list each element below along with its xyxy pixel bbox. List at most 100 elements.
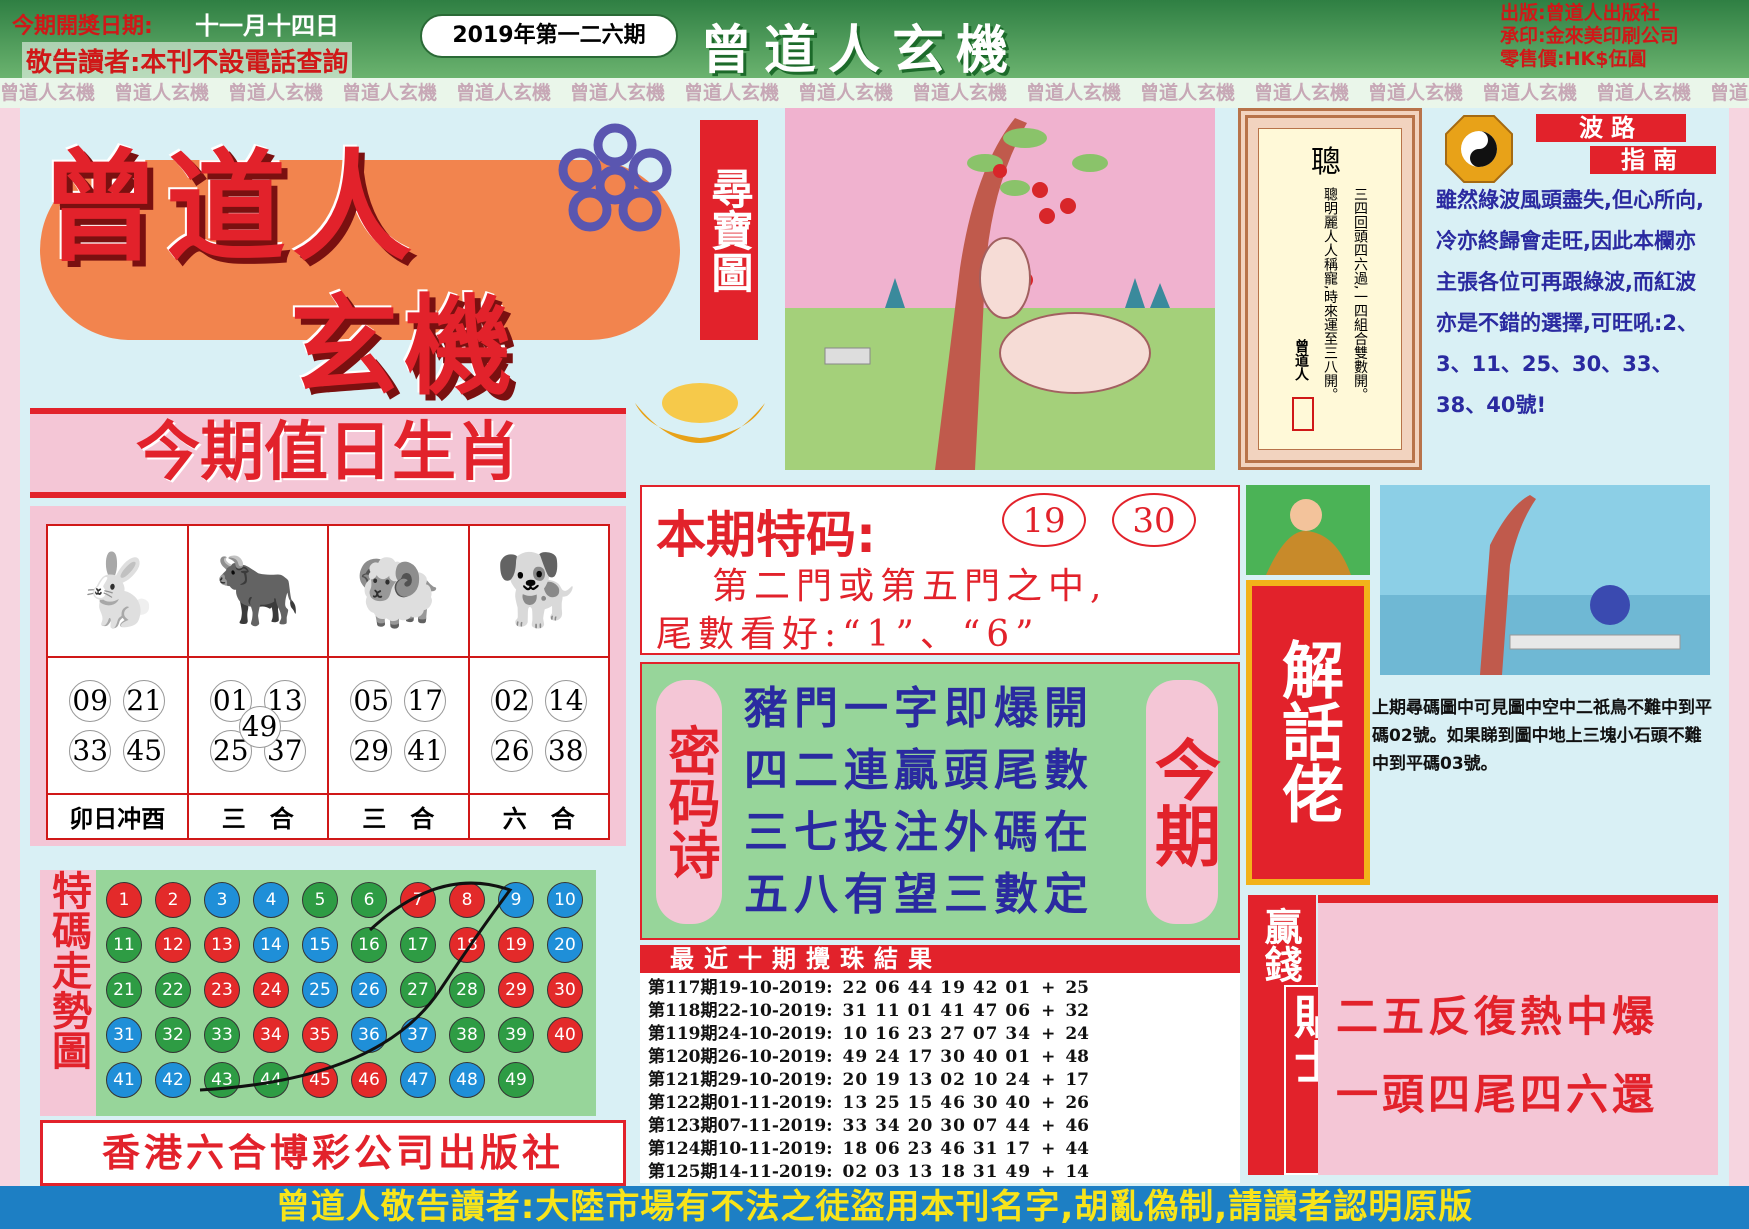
history-special: 25 <box>1065 978 1089 998</box>
history-numbers: 31 11 01 41 47 06 <box>842 1001 1032 1021</box>
explain-text: 上期尋碼圖中可見圖中空中二祇鳥不難中到平碼02號。如果睇到圖中地上三塊小石頭不難… <box>1372 698 1712 774</box>
zodiac-number: 09 <box>69 679 112 722</box>
poem-lines: 豬門一字即爆開 四二連贏頭尾數 三七投注外碼在 五八有望三數定 <box>744 678 1134 926</box>
zodiac-table: 🐇 🐂 🐏 🐕 09 21 33 45 01 13 25 37 49 05 17 29 41 02 14 26 38 … <box>46 524 610 840</box>
treasure-map-picture <box>785 108 1215 470</box>
issue-number: 2019年第一二六期 <box>420 14 678 58</box>
rings-icon <box>558 123 672 232</box>
scroll-col1: 三四回頭四六過,一四組合雙數開。 <box>1352 187 1368 402</box>
number-ball: 31 <box>106 1017 142 1053</box>
history-period: 第125期14-11-2019: <box>648 1162 833 1182</box>
zodiac-number: 21 <box>123 679 166 722</box>
trend-title: 特碼走勢圖 <box>40 870 96 1116</box>
history-period: 第123期07-11-2019: <box>648 1116 833 1136</box>
number-ball: 40 <box>547 1017 583 1053</box>
zodiac-number: 05 <box>350 679 393 722</box>
history-special: 46 <box>1065 1116 1089 1136</box>
history-numbers: 49 24 17 30 40 01 <box>842 1047 1032 1067</box>
zodiac-caption: 六 合 <box>467 793 610 840</box>
treasure-map-label: 尋寶圖 <box>700 120 758 340</box>
history-numbers: 13 25 15 46 30 40 <box>842 1093 1032 1113</box>
wave-tag-2: 指南 <box>1590 146 1716 174</box>
history-numbers: 18 06 23 46 31 17 <box>842 1139 1032 1159</box>
history-numbers: 10 16 23 27 07 34 <box>842 1024 1032 1044</box>
history-period: 第117期19-10-2019: <box>648 978 833 998</box>
notice: 敬告讀者:本刊不設電話查詢 <box>22 42 353 79</box>
plus-icon: + <box>1041 1024 1056 1044</box>
history-numbers: 20 19 13 02 10 24 <box>842 1070 1032 1090</box>
history-period: 第121期29-10-2019: <box>648 1070 833 1090</box>
history-panel: 最近十期攪珠結果 第117期19-10-2019: 22 06 44 19 42 … <box>640 945 1240 1183</box>
yin-yang-icon <box>1445 115 1513 183</box>
explain-picture <box>1380 485 1710 675</box>
zodiac-number: 33 <box>69 729 112 772</box>
seal-icon <box>1292 397 1314 431</box>
number-ball: 21 <box>106 972 142 1008</box>
zodiac-numbers: 01 13 25 37 49 <box>186 655 329 796</box>
bottom-notice: 曾道人敬告讀者:大陸市場有不法之徒盜用本刊名字,胡亂偽制,請讀者認明原版 <box>0 1186 1749 1229</box>
poem-label: 密码诗 <box>656 680 722 924</box>
zodiac-number: 17 <box>404 679 447 722</box>
publisher: 出版:曾道人出版社 <box>1500 2 1660 24</box>
wave-tag-1: 波路 <box>1536 114 1686 142</box>
zodiac-number: 14 <box>544 679 587 722</box>
zodiac-title-band: 今期值日生肖 <box>30 408 626 498</box>
tip-label-1-text: 贏錢 <box>1258 907 1302 983</box>
history-period: 第120期26-10-2019: <box>648 1047 833 1067</box>
history-title: 最近十期攪珠結果 <box>640 945 1240 973</box>
history-period: 第119期24-10-2019: <box>648 1024 833 1044</box>
zodiac-animal-icon: 🐏 <box>327 524 470 658</box>
zodiac-number: 49 <box>238 705 281 748</box>
tip-line-1: 二五反復熱中爆 <box>1336 992 1659 1041</box>
history-special: 44 <box>1065 1139 1089 1159</box>
right-border <box>1729 108 1749 1200</box>
zodiac-panel: 🐇 🐂 🐏 🐕 09 21 33 45 01 13 25 37 49 05 17 29 41 02 14 26 38 … <box>30 506 626 846</box>
history-row: 第125期14-11-2019: 02 03 13 18 31 49 +14 <box>648 1161 1232 1184</box>
zodiac-number: 02 <box>490 679 533 722</box>
tip-line-2: 一頭四尾四六還 <box>1336 1070 1659 1119</box>
history-numbers: 22 06 44 19 42 01 <box>842 978 1032 998</box>
history-special: 26 <box>1065 1093 1089 1113</box>
pattern-strip: 曾道人玄機 曾道人玄機 曾道人玄機 曾道人玄機 曾道人玄機 曾道人玄機 曾道人玄… <box>0 78 1749 108</box>
history-row: 第119期24-10-2019: 10 16 23 27 07 34 +24 <box>648 1023 1232 1046</box>
number-ball: 41 <box>106 1062 142 1098</box>
plus-icon: + <box>1041 1139 1056 1159</box>
history-numbers: 33 34 20 30 07 44 <box>842 1116 1032 1136</box>
publisher-info: 出版:曾道人出版社 承印:金來美印刷公司 零售價:HK$伍圓 <box>1500 2 1679 71</box>
history-row: 第120期26-10-2019: 49 24 17 30 40 01 +48 <box>648 1046 1232 1069</box>
poem-issue-label: 今期 <box>1144 680 1221 924</box>
poem-scroll: 聰 三四回頭四六過,一四組合雙數開。 聰明麗人人稱寵,時來運至三八開。 曾道人 <box>1238 108 1422 470</box>
draw-date-label: 今期開獎日期: <box>12 14 153 39</box>
number-ball: 1 <box>106 882 142 918</box>
zodiac-number: 45 <box>123 729 166 772</box>
number-ball: 11 <box>106 927 142 963</box>
zodiac-caption: 三 合 <box>186 793 329 840</box>
scroll-paper: 聰 三四回頭四六過,一四組合雙數開。 聰明麗人人稱寵,時來運至三八開。 曾道人 <box>1258 128 1402 450</box>
zodiac-caption: 卯日冲酉 <box>46 793 189 840</box>
zodiac-caption: 三 合 <box>327 793 470 840</box>
plus-icon: + <box>1041 1116 1056 1136</box>
explain-label: 解話佬 <box>1271 638 1344 824</box>
number-ball: 20 <box>547 927 583 963</box>
number-ball: 30 <box>547 972 583 1008</box>
zodiac-animal-icon: 🐂 <box>186 524 329 658</box>
plus-icon: + <box>1041 1070 1056 1090</box>
history-row: 第117期19-10-2019: 22 06 44 19 42 01 +25 <box>648 977 1232 1000</box>
special-line1: 第二門或第五門之中, <box>712 566 1108 607</box>
left-border <box>0 108 20 1200</box>
price: 零售價:HK$伍圓 <box>1500 48 1647 70</box>
special-num-1: 19 <box>1002 493 1086 547</box>
special-line2: 尾數看好:“1”、“6” <box>656 614 1040 655</box>
history-row: 第118期22-10-2019: 31 11 01 41 47 06 +32 <box>648 1000 1232 1023</box>
brand-title: 曾道人玄機 <box>700 21 1021 81</box>
trend-panel: 特碼走勢圖 1 2 3 4 5 6 7 8 9 10 11 12 13 14 15 16 17 18 19 20 21 2… <box>40 870 596 1116</box>
trend-curve <box>199 881 513 1092</box>
zodiac-animal-icon: 🐇 <box>46 524 189 658</box>
strip-text: 曾道人玄機 曾道人玄機 曾道人玄機 曾道人玄機 曾道人玄機 曾道人玄機 曾道人玄… <box>0 82 1749 104</box>
zodiac-title: 今期值日生肖 <box>136 416 520 490</box>
special-code-panel: 本期特码: 19 30 第二門或第五門之中, 尾數看好:“1”、“6” <box>640 485 1240 655</box>
printer: 承印:金來美印刷公司 <box>1500 25 1679 47</box>
old-man-icon <box>1246 485 1370 575</box>
zodiac-numbers: 02 14 26 38 <box>467 655 610 796</box>
number-ball: 10 <box>547 882 583 918</box>
